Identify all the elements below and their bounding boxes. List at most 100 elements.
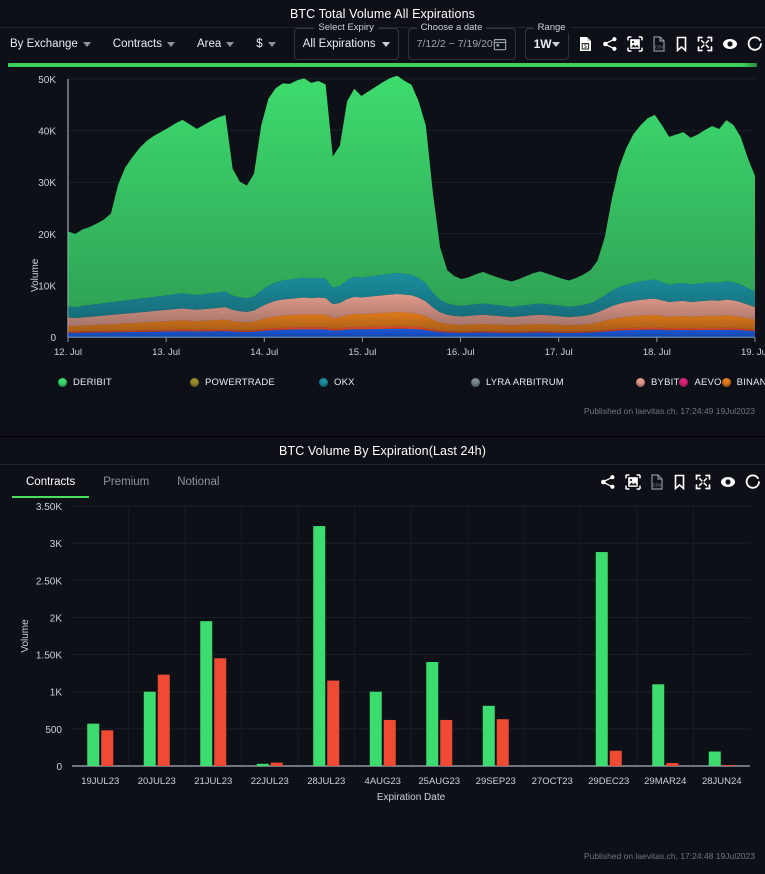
bar-calls-25aug23[interactable] xyxy=(426,662,438,766)
bar-puts-22jul23[interactable] xyxy=(271,763,283,766)
svg-text:CSV: CSV xyxy=(653,482,662,487)
fullscreen-icon[interactable] xyxy=(695,474,711,490)
bar-x-axis-title: Expiration Date xyxy=(377,792,446,803)
published-note: Published on laevitas.ch, 17:24:49 19Jul… xyxy=(584,406,755,416)
date-range-field[interactable]: Choose a date 7/12/2 − 7/19/20 xyxy=(408,28,516,60)
legend-item-aevo[interactable]: AEVO xyxy=(679,375,721,390)
legend-item-label: BYBIT xyxy=(651,377,679,388)
bar-calls-20jul23[interactable] xyxy=(144,692,156,766)
legend-item-binance[interactable]: BINANCE xyxy=(722,375,765,390)
image-icon[interactable] xyxy=(625,474,641,490)
total-volume-panel: BTC Total Volume All Expirations By Exch… xyxy=(0,0,765,437)
share-icon[interactable] xyxy=(602,36,618,52)
bar-calls-4aug23[interactable] xyxy=(370,692,382,766)
bar-chart-canvas[interactable]: 05001K1.50K2K2.50K3K3.50K19JUL2320JUL232… xyxy=(0,498,765,848)
fullscreen-icon[interactable] xyxy=(697,36,713,52)
image-icon[interactable] xyxy=(627,36,643,52)
eye-icon[interactable] xyxy=(720,474,736,490)
contracts-label: Contracts xyxy=(113,38,162,50)
bar-calls-28jun24[interactable] xyxy=(709,752,721,766)
select-expiry-field[interactable]: Select Expiry All Expirations xyxy=(294,28,399,60)
bar-calls-28jul23[interactable] xyxy=(313,526,325,766)
area-chart: 010K20K30K40K50K12. Jul13. Jul14. Jul15.… xyxy=(0,67,765,372)
bar-x-tick: 21JUL23 xyxy=(194,776,232,787)
tab-premium[interactable]: Premium xyxy=(89,465,163,498)
bookmark-icon[interactable] xyxy=(673,474,686,490)
svg-text:0: 0 xyxy=(50,333,56,344)
bar-y-tick: 1.50K xyxy=(36,651,62,662)
chevron-down-icon xyxy=(226,42,234,47)
bar-puts-21jul23[interactable] xyxy=(214,658,226,766)
legend-item-label: LYRA ARBITRUM xyxy=(486,377,564,388)
legend-item-okx[interactable]: OKX xyxy=(319,375,471,390)
bar-puts-29dec23[interactable] xyxy=(610,751,622,766)
legend-item-label: OKX xyxy=(334,377,355,388)
bottom-toolbar-icon-group: CSV xyxy=(600,465,765,498)
legend-item-lyra-arbitrum[interactable]: LYRA ARBITRUM xyxy=(471,375,636,390)
bar-x-tick: 19JUL23 xyxy=(81,776,119,787)
select-expiry-label: Select Expiry xyxy=(314,22,377,33)
area-x-tick: 19. Jul xyxy=(741,347,765,358)
svg-text:50K: 50K xyxy=(38,75,56,86)
calendar-icon[interactable] xyxy=(493,37,507,51)
bar-puts-4aug23[interactable] xyxy=(384,720,396,766)
chart-type-dropdown[interactable]: Area xyxy=(197,38,234,50)
tab-contracts[interactable]: Contracts xyxy=(12,465,89,498)
bottom-page-title: BTC Volume By Expiration(Last 24h) xyxy=(0,437,765,464)
bar-calls-29mar24[interactable] xyxy=(652,684,664,766)
bar-calls-29dec23[interactable] xyxy=(596,552,608,766)
area-series-deribit xyxy=(68,76,755,308)
bar-puts-25aug23[interactable] xyxy=(440,720,452,766)
bar-x-tick: 29SEP23 xyxy=(476,776,516,787)
tab-notional[interactable]: Notional xyxy=(163,465,233,498)
bar-puts-19jul23[interactable] xyxy=(101,730,113,766)
dollar-doc-icon[interactable]: $ xyxy=(578,36,593,52)
eye-icon[interactable] xyxy=(722,36,738,52)
chart-type-label: Area xyxy=(197,38,221,50)
bar-puts-29mar24[interactable] xyxy=(666,763,678,766)
refresh-icon[interactable] xyxy=(747,36,763,52)
tab-notional-label: Notional xyxy=(177,476,219,488)
currency-label: $ xyxy=(256,38,262,50)
bar-x-tick: 4AUG23 xyxy=(365,776,401,787)
bar-y-axis-title: Volume xyxy=(20,619,31,653)
by-exchange-label: By Exchange xyxy=(10,38,78,50)
bar-calls-29sep23[interactable] xyxy=(483,706,495,766)
toolbar-icon-group: $ CSV xyxy=(578,36,765,52)
area-y-axis-title: Volume xyxy=(30,259,41,292)
legend-color-dot xyxy=(722,378,731,387)
share-icon[interactable] xyxy=(600,474,616,490)
currency-dropdown[interactable]: $ xyxy=(256,38,275,50)
csv-icon[interactable]: CSV xyxy=(650,474,664,490)
area-chart-canvas[interactable]: 010K20K30K40K50K12. Jul13. Jul14. Jul15.… xyxy=(0,67,765,367)
chevron-down-icon xyxy=(552,42,560,47)
exchange-legend: DERIBITPOWERTRADE OKX LYRA ARBITRUM BYBITAE… xyxy=(58,375,758,390)
bar-y-tick: 3K xyxy=(50,539,63,550)
bar-puts-29sep23[interactable] xyxy=(497,719,509,766)
bar-puts-28jul23[interactable] xyxy=(327,681,339,766)
bar-calls-22jul23[interactable] xyxy=(257,764,269,766)
bar-calls-19jul23[interactable] xyxy=(87,724,99,766)
bar-puts-20jul23[interactable] xyxy=(158,675,170,766)
svg-text:20K: 20K xyxy=(38,230,56,241)
legend-item-label: BINANCE xyxy=(737,377,765,388)
area-x-tick: 16. Jul xyxy=(447,347,475,358)
bar-puts-28jun24[interactable] xyxy=(723,765,735,766)
bar-x-tick: 27OCT23 xyxy=(532,776,573,787)
by-exchange-dropdown[interactable]: By Exchange xyxy=(10,38,91,50)
contracts-dropdown[interactable]: Contracts xyxy=(113,38,175,50)
bar-calls-21jul23[interactable] xyxy=(200,621,212,766)
date-range-value: 7/12/2 − 7/19/20 xyxy=(417,38,493,50)
legend-item-powertrade[interactable]: POWERTRADE xyxy=(190,375,319,390)
legend-item-deribit[interactable]: DERIBIT xyxy=(58,375,190,390)
bar-chart: 05001K1.50K2K2.50K3K3.50K19JUL2320JUL232… xyxy=(0,498,765,853)
area-x-tick: 12. Jul xyxy=(54,347,82,358)
range-field[interactable]: Range 1W xyxy=(525,28,569,60)
bar-y-tick: 0 xyxy=(56,762,62,773)
bar-y-tick: 500 xyxy=(45,725,62,736)
bookmark-icon[interactable] xyxy=(675,36,688,52)
legend-item-bybit[interactable]: BYBIT xyxy=(636,375,679,390)
bar-x-tick: 28JUL23 xyxy=(307,776,345,787)
csv-icon[interactable]: CSV xyxy=(652,36,666,52)
refresh-icon[interactable] xyxy=(745,474,761,490)
